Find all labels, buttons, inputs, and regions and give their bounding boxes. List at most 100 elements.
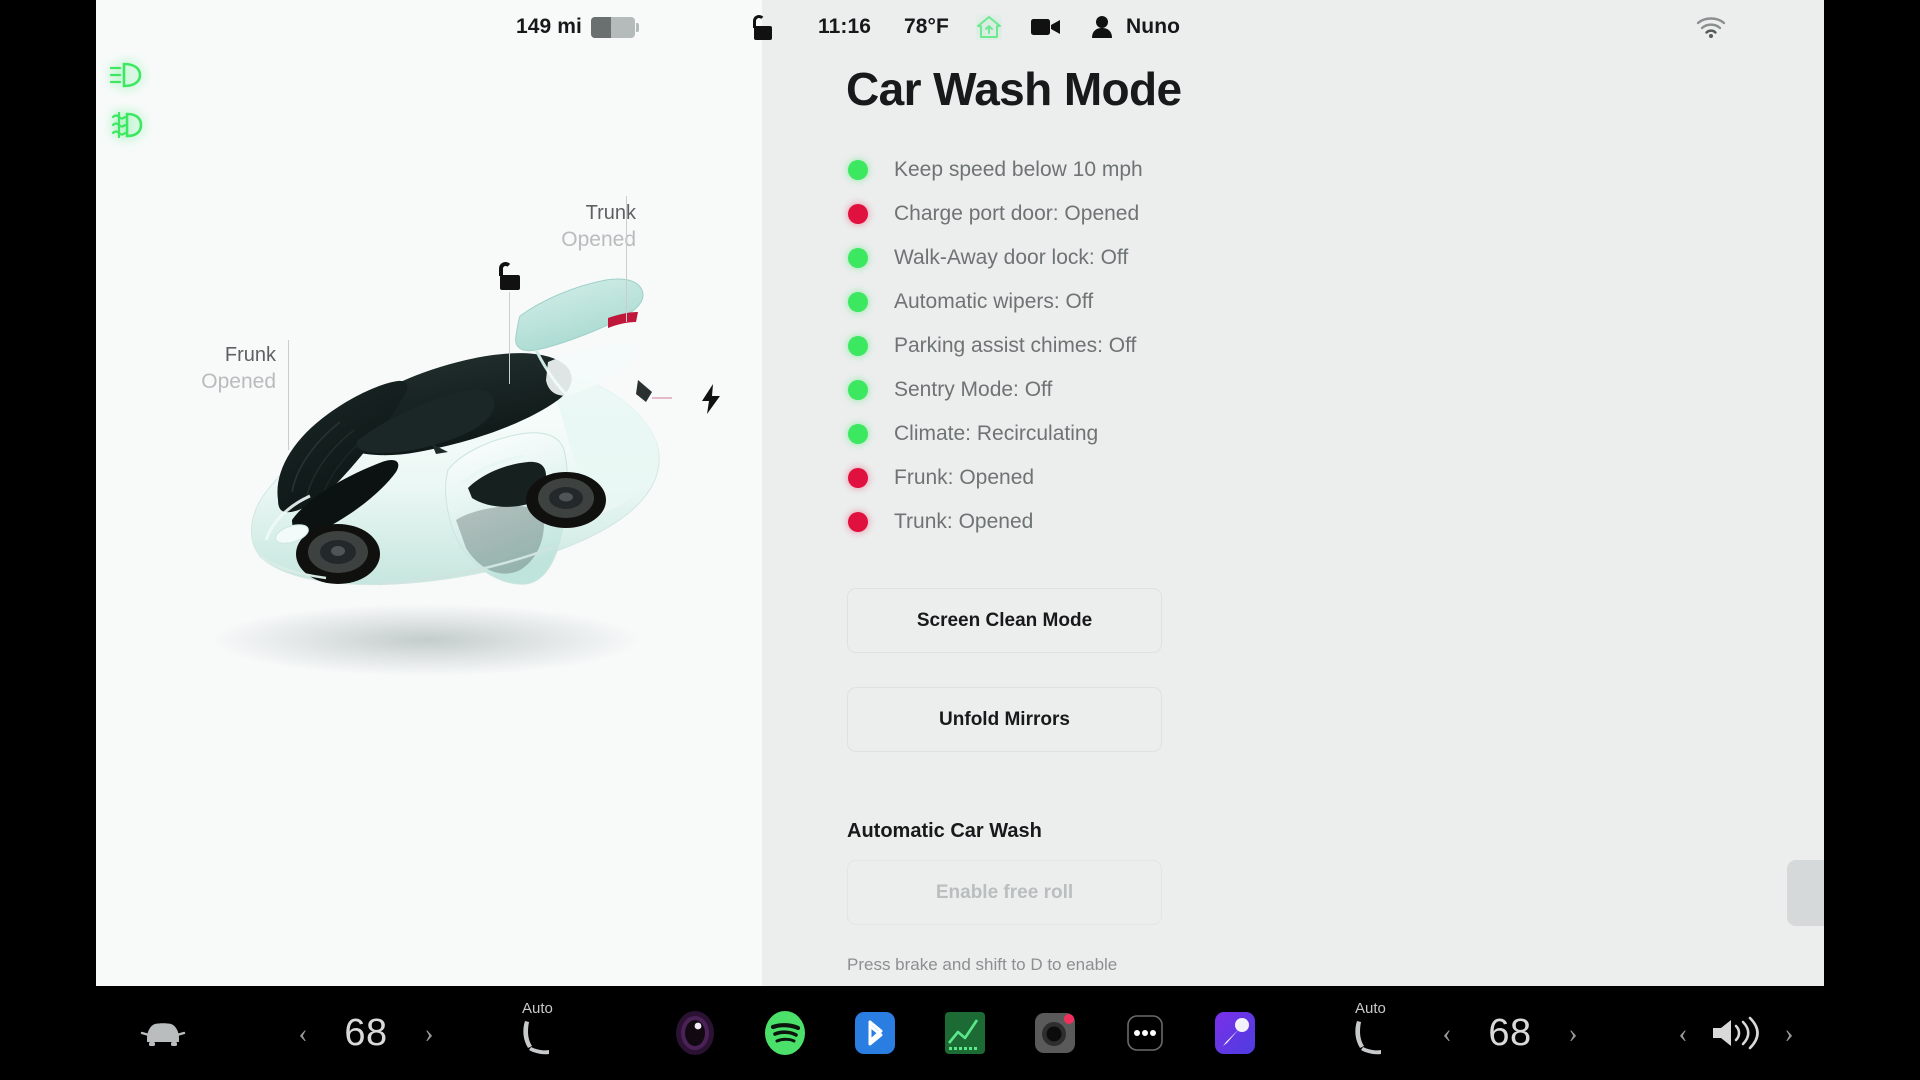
checklist-item-label: Charge port door: Opened — [894, 202, 1140, 225]
rear-wheel — [526, 472, 606, 528]
trunk-leader-line — [626, 196, 627, 322]
driver-temp-decrease[interactable]: ‹ — [288, 1019, 318, 1047]
bottom-control-bar: ‹ 68 › Auto Auto ‹ 68 › ‹ › — [0, 986, 1920, 1080]
checklist-item: Trunk: Opened — [848, 500, 1143, 544]
app-dashcam[interactable] — [1032, 1010, 1078, 1056]
seat-heater-icon — [1355, 1021, 1381, 1055]
volume-control[interactable]: ‹ › — [1668, 986, 1804, 1080]
passenger-temp-value[interactable]: 68 — [1462, 1012, 1558, 1055]
status-checklist: Keep speed below 10 mph Charge port door:… — [848, 148, 1143, 544]
callout-frunk-title: Frunk — [224, 344, 276, 366]
app-launcher-row — [672, 986, 1258, 1080]
callout-frunk: Frunk Opened — [156, 342, 276, 396]
status-dot-green — [848, 424, 868, 444]
dashcam-icon[interactable] — [1031, 0, 1061, 54]
app-spotify[interactable] — [762, 1010, 808, 1056]
car-front-icon — [140, 1023, 186, 1046]
battery-icon — [590, 16, 639, 38]
range-value: 149 mi — [516, 15, 582, 38]
passenger-temperature-control[interactable]: ‹ 68 › — [1432, 986, 1588, 1080]
app-more[interactable] — [1122, 1010, 1168, 1056]
passenger-seat-heater-button[interactable] — [1350, 986, 1386, 1080]
profile-name: Nuno — [1126, 15, 1181, 38]
status-dot-green — [848, 292, 868, 312]
unlock-leader-line — [509, 292, 510, 384]
driver-temperature-control[interactable]: ‹ 68 › — [288, 986, 444, 1080]
screen-clean-mode-button[interactable]: Screen Clean Mode — [847, 588, 1162, 653]
wifi-icon[interactable] — [1696, 0, 1726, 54]
free-roll-hint: Press brake and shift to D to enable — [847, 955, 1118, 974]
lock-status-button[interactable] — [751, 0, 773, 54]
screen-clean-mode-label: Screen Clean Mode — [916, 609, 1093, 631]
callout-trunk: Trunk Opened — [526, 200, 636, 254]
callout-trunk-title: Trunk — [585, 202, 636, 224]
status-dot-red — [848, 468, 868, 488]
enable-free-roll-button[interactable]: Enable free roll — [847, 860, 1162, 925]
unlock-icon — [751, 14, 773, 40]
checklist-item-label: Trunk: Opened — [894, 510, 1034, 533]
exit-car-wash-mode-button[interactable]: Exit Car Wash Mode — [1787, 860, 1824, 926]
status-dot-red — [848, 512, 868, 532]
driver-seat-heater-button[interactable] — [518, 986, 554, 1080]
car-stage: Trunk Opened Frunk Opened — [96, 0, 762, 986]
frunk-leader-line — [288, 340, 289, 450]
clock-value: 11:16 — [818, 15, 872, 38]
home-icon[interactable] — [976, 0, 1002, 54]
checklist-item-label: Walk-Away door lock: Off — [894, 246, 1129, 269]
app-voice[interactable] — [1212, 1010, 1258, 1056]
checklist-item-label: Climate: Recirculating — [894, 422, 1099, 445]
enable-free-roll-label: Enable free roll — [935, 881, 1074, 903]
range-indicator[interactable]: 149 mi — [516, 0, 639, 54]
car-wash-mode-panel: Car Wash Mode Keep speed below 10 mph Cha… — [762, 0, 1824, 986]
checklist-item: Automatic wipers: Off — [848, 280, 1143, 324]
volume-decrease[interactable]: ‹ — [1668, 1019, 1698, 1047]
callout-trunk-value: Opened — [561, 228, 636, 251]
passenger-temp-increase[interactable]: › — [1558, 1019, 1588, 1047]
charge-port-open — [636, 380, 672, 402]
outside-temperature[interactable]: 78°F — [904, 0, 949, 54]
page-title: Car Wash Mode — [846, 63, 1182, 115]
checklist-item-label: Sentry Mode: Off — [894, 378, 1053, 401]
car-model-illustration — [211, 278, 672, 676]
driver-temp-value[interactable]: 68 — [318, 1012, 414, 1055]
person-icon — [1092, 16, 1112, 38]
profile-button[interactable]: Nuno — [1091, 0, 1180, 54]
automatic-car-wash-heading: Automatic Car Wash — [847, 820, 1042, 842]
checklist-item: Frunk: Opened — [848, 456, 1143, 500]
charge-bolt-icon — [700, 384, 722, 419]
seat-heater-icon — [523, 1021, 549, 1055]
checklist-item-label: Keep speed below 10 mph — [894, 158, 1143, 181]
status-dot-red — [848, 204, 868, 224]
status-dot-green — [848, 336, 868, 356]
passenger-temp-decrease[interactable]: ‹ — [1432, 1019, 1462, 1047]
volume-icon[interactable] — [1698, 1016, 1774, 1050]
status-dot-green — [848, 160, 868, 180]
app-camera[interactable] — [672, 1010, 718, 1056]
tesla-touchscreen: Trunk Opened Frunk Opened 149 mi 11:16 7… — [0, 0, 1920, 1080]
clock: 11:16 — [818, 0, 871, 54]
checklist-item-label: Frunk: Opened — [894, 466, 1035, 489]
status-dot-green — [848, 380, 868, 400]
app-surface: Trunk Opened Frunk Opened 149 mi 11:16 7… — [96, 0, 1824, 986]
checklist-item: Sentry Mode: Off — [848, 368, 1143, 412]
volume-increase[interactable]: › — [1774, 1019, 1804, 1047]
checklist-item-label: Parking assist chimes: Off — [894, 334, 1137, 357]
status-dot-green — [848, 248, 868, 268]
checklist-item: Climate: Recirculating — [848, 412, 1143, 456]
unfold-mirrors-label: Unfold Mirrors — [939, 708, 1070, 730]
unlock-icon — [496, 262, 522, 290]
temperature-value: 78°F — [904, 15, 949, 38]
callout-frunk-value: Opened — [201, 370, 276, 393]
app-energy[interactable] — [942, 1010, 988, 1056]
unfold-mirrors-button[interactable]: Unfold Mirrors — [847, 687, 1162, 752]
checklist-item: Charge port door: Opened — [848, 192, 1143, 236]
checklist-item: Keep speed below 10 mph — [848, 148, 1143, 192]
driver-temp-increase[interactable]: › — [414, 1019, 444, 1047]
checklist-item-label: Automatic wipers: Off — [894, 290, 1094, 313]
vehicle-controls-button[interactable] — [140, 986, 186, 1080]
status-bar: 149 mi 11:16 78°F Nuno — [96, 0, 1824, 54]
car-visualization-panel[interactable]: Trunk Opened Frunk Opened — [96, 0, 762, 986]
app-bluetooth[interactable] — [852, 1010, 898, 1056]
checklist-item: Walk-Away door lock: Off — [848, 236, 1143, 280]
checklist-item: Parking assist chimes: Off — [848, 324, 1143, 368]
